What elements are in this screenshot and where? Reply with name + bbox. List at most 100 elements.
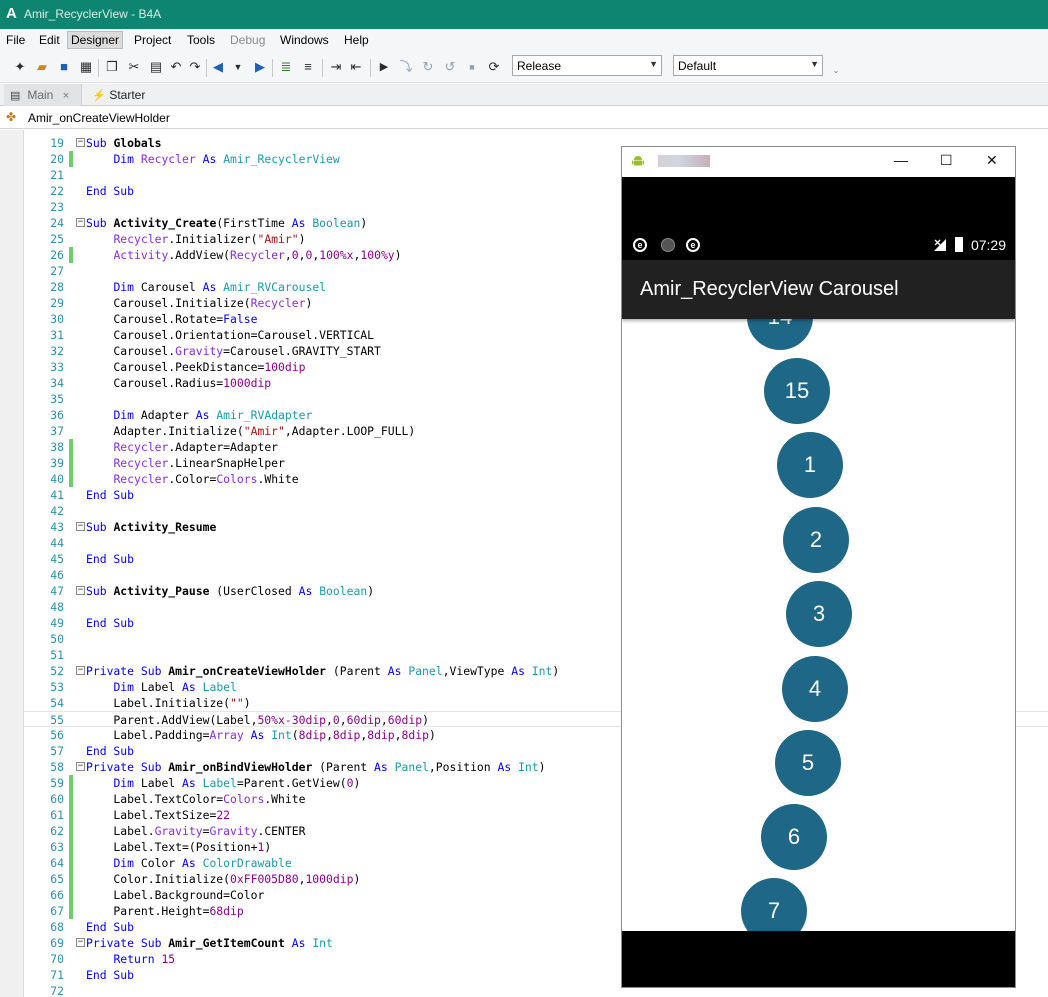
carousel-item[interactable]: 1: [777, 432, 843, 498]
change-marker: [69, 471, 73, 487]
menu-designer[interactable]: Designer: [67, 31, 124, 49]
line-number: 69: [50, 936, 64, 950]
collapse-icon[interactable]: −: [76, 938, 85, 947]
carousel-item[interactable]: 5: [775, 730, 841, 796]
navigate-back-icon[interactable]: ◀: [210, 59, 226, 75]
copy-icon[interactable]: ❐: [104, 59, 120, 75]
save-all-icon[interactable]: ▦: [78, 59, 94, 75]
code-text: Private Sub Amir_onBindViewHolder (Paren…: [86, 760, 546, 774]
code-text: Private Sub Amir_GetItemCount As Int: [86, 936, 333, 950]
code-text: End Sub: [86, 968, 135, 982]
toolbar-separator: [272, 59, 273, 77]
collapse-icon[interactable]: −: [76, 586, 85, 595]
module-icon: ▤: [10, 90, 21, 102]
menu-help[interactable]: Help: [344, 33, 369, 47]
change-marker: [69, 807, 73, 823]
line-number: 48: [50, 600, 64, 614]
outdent-icon[interactable]: ⇤: [348, 59, 364, 75]
android-nav-bar: [622, 931, 1015, 987]
collapse-icon[interactable]: −: [76, 522, 85, 531]
carousel-item[interactable]: 15: [764, 358, 830, 424]
sub-breadcrumb[interactable]: ✤ Amir_onCreateViewHolder: [0, 107, 1048, 129]
line-number: 51: [50, 648, 64, 662]
close-icon[interactable]: ✕: [986, 152, 998, 169]
code-text: Parent.AddView(Label,50%x-30dip,0,60dip,…: [86, 713, 429, 727]
collapse-icon[interactable]: −: [76, 218, 85, 227]
android-screen[interactable]: e e 07:29 Amir_RecyclerView Carousel 1 4 1…: [622, 177, 1015, 987]
line-number: 52: [50, 664, 64, 678]
carousel-item[interactable]: 6: [761, 804, 827, 870]
line-number: 55: [50, 713, 64, 727]
carousel-item[interactable]: 4: [782, 656, 848, 722]
line-number: 72: [50, 984, 64, 997]
line-number: 63: [50, 840, 64, 854]
toolbar-overflow-icon[interactable]: ⌄: [828, 63, 844, 79]
collapse-icon[interactable]: −: [76, 666, 85, 675]
line-number: 22: [50, 184, 64, 198]
chevron-down-icon[interactable]: ▼: [230, 59, 246, 75]
uncomment-block-icon[interactable]: ≡: [300, 59, 316, 75]
sub-icon: ✤: [6, 110, 17, 124]
line-number: 23: [50, 200, 64, 214]
code-text: Carousel.Gravity=Carousel.GRAVITY_START: [86, 344, 381, 358]
code-text: Recycler.Color=Colors.White: [113, 472, 299, 486]
code-text: Sub Activity_Pause (UserClosed As Boolea…: [86, 584, 375, 598]
menu-project[interactable]: Project: [134, 33, 171, 47]
code-text: Parent.Height=68dip: [86, 904, 244, 918]
close-icon[interactable]: ×: [63, 90, 69, 102]
restart-icon[interactable]: ⟳: [486, 59, 502, 75]
line-number: 56: [50, 728, 64, 742]
line-number: 64: [50, 856, 64, 870]
collapse-icon[interactable]: −: [76, 762, 85, 771]
code-text: Recycler.Adapter=Adapter: [113, 440, 279, 454]
device-configuration-select[interactable]: Default ▼: [673, 55, 823, 76]
comment-block-icon[interactable]: ≣: [278, 59, 294, 75]
step-in-icon[interactable]: ⤵: [398, 59, 414, 75]
code-text: Label.TextSize=22: [86, 808, 231, 822]
open-folder-icon[interactable]: ▰: [34, 59, 50, 75]
step-out-icon[interactable]: ↺: [442, 59, 458, 75]
navigate-forward-icon[interactable]: ▶: [252, 59, 268, 75]
change-marker: [69, 791, 73, 807]
code-text: Color.Initialize(0xFF005D80,1000dip): [86, 872, 361, 886]
editor-gutter[interactable]: [0, 130, 24, 997]
step-over-icon[interactable]: ↻: [420, 59, 436, 75]
notification-dot-icon: [661, 238, 675, 252]
menu-debug[interactable]: Debug: [230, 33, 265, 47]
code-text: Recycler.Initializer("Amir"): [113, 232, 306, 246]
run-icon[interactable]: ▶: [376, 59, 392, 75]
line-number: 54: [50, 696, 64, 710]
undo-icon[interactable]: ↶: [168, 59, 184, 75]
maximize-icon[interactable]: ☐: [940, 152, 953, 169]
save-icon[interactable]: ■: [56, 59, 72, 75]
window-title: Amir_RecyclerView - B4A: [24, 7, 162, 21]
indent-icon[interactable]: ⇥: [328, 59, 344, 75]
menu-file[interactable]: File: [6, 33, 25, 47]
line-number: 67: [50, 904, 64, 918]
change-marker: [69, 775, 73, 791]
line-number: 59: [50, 776, 64, 790]
code-text: Label.Padding=Array As Int(8dip,8dip,8di…: [86, 728, 436, 742]
carousel-item[interactable]: 2: [783, 507, 849, 573]
line-number: 58: [50, 760, 64, 774]
change-marker: [69, 903, 73, 919]
redo-icon[interactable]: ↷: [187, 59, 203, 75]
build-configuration-select[interactable]: Release ▼: [512, 55, 662, 76]
cut-icon[interactable]: ✂: [126, 59, 142, 75]
tab-main[interactable]: ▤ Main ×: [4, 84, 82, 106]
line-number: 34: [50, 376, 64, 390]
carousel-item[interactable]: 3: [786, 581, 852, 647]
menu-windows[interactable]: Windows: [280, 33, 329, 47]
menu-tools[interactable]: Tools: [187, 33, 215, 47]
stop-icon[interactable]: ■: [464, 59, 480, 75]
toolbar-separator: [370, 59, 371, 77]
new-file-icon[interactable]: ✦: [12, 59, 28, 75]
change-marker: [69, 823, 73, 839]
minimize-icon[interactable]: —: [894, 152, 908, 168]
collapse-icon[interactable]: −: [76, 138, 85, 147]
menu-edit[interactable]: Edit: [39, 33, 60, 47]
toolbar-separator: [206, 59, 207, 77]
paste-icon[interactable]: ▤: [148, 59, 164, 75]
line-number: 38: [50, 440, 64, 454]
tab-starter[interactable]: ⚡ Starter: [86, 84, 166, 106]
